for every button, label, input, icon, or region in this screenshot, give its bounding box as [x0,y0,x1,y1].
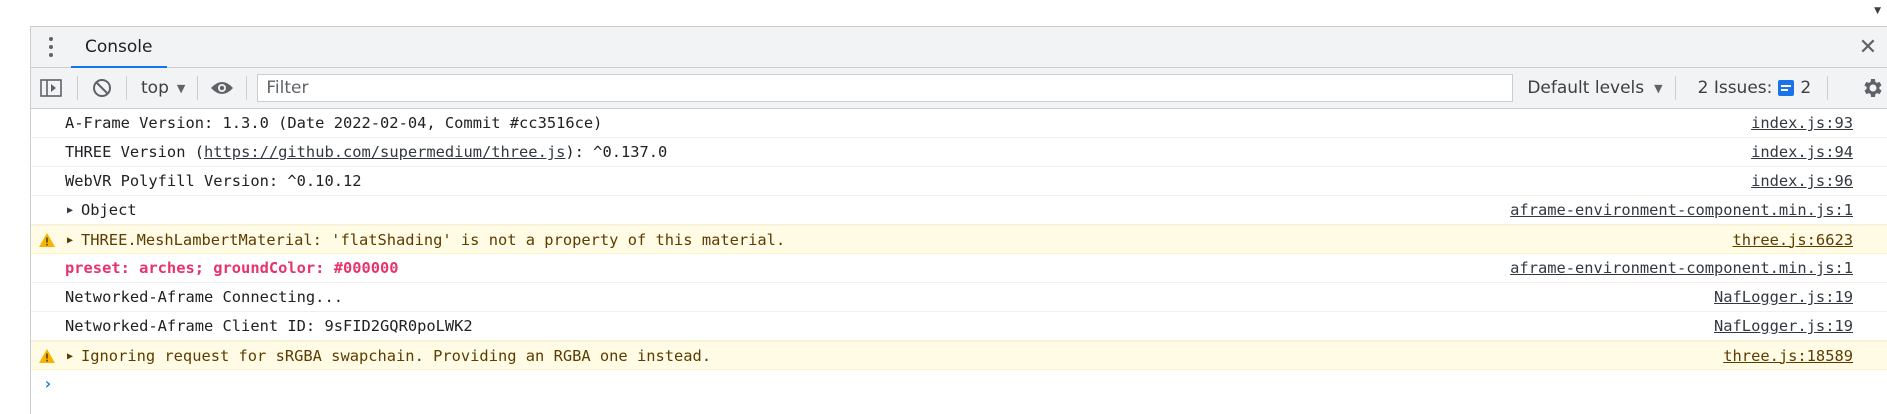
source-link[interactable]: three.js:6623 [1733,231,1853,249]
filter-input[interactable]: Filter [257,74,1514,102]
console-message: WebVR Polyfill Version: ^0.10.12 index.j… [31,167,1887,196]
prompt-chevron-icon: › [43,374,53,393]
console-messages: A-Frame Version: 1.3.0 (Date 2022-02-04,… [31,109,1887,400]
console-warning[interactable]: ▶ THREE.MeshLambertMaterial: 'flatShadin… [31,225,1887,254]
source-link[interactable]: aframe-environment-component.min.js:1 [1510,201,1853,219]
message-text: THREE Version (https://github.com/superm… [65,143,667,161]
scroll-down-arrow-icon[interactable]: ▼ [1874,6,1881,16]
console-message[interactable]: ▶ Object aframe-environment-component.mi… [31,196,1887,225]
message-text-after: ): ^0.137.0 [565,143,668,161]
expand-triangle-icon[interactable]: ▶ [67,235,73,246]
issues-label: 2 Issues: [1697,78,1773,98]
console-message: THREE Version (https://github.com/superm… [31,138,1887,167]
chevron-down-icon: ▼ [1654,81,1663,95]
message-text[interactable]: THREE.MeshLambertMaterial: 'flatShading'… [81,231,785,249]
warning-icon [39,349,55,367]
sidebar-toggle-icon[interactable] [31,68,71,108]
message-text: WebVR Polyfill Version: ^0.10.12 [65,172,362,190]
tab-console[interactable]: Console [71,27,167,68]
context-label: top [141,78,169,98]
clear-console-icon[interactable] [84,68,120,108]
drawer-tabstrip: Console ✕ [31,27,1887,68]
source-link[interactable]: index.js:93 [1751,114,1853,132]
settings-icon[interactable] [1860,76,1884,105]
message-url-link[interactable]: https://github.com/supermedium/three.js [204,143,565,161]
issues-counter-button[interactable]: 2 Issues: 2 [1688,78,1822,98]
expand-triangle-icon[interactable]: ▶ [67,351,73,362]
console-message: Networked-Aframe Client ID: 9sFID2GQR0po… [31,312,1887,341]
source-link[interactable]: index.js:94 [1751,143,1853,161]
issues-count: 2 [1800,78,1812,98]
close-icon[interactable]: ✕ [1854,33,1882,61]
console-message: Networked-Aframe Connecting... NafLogger… [31,283,1887,312]
message-text: A-Frame Version: 1.3.0 (Date 2022-02-04,… [65,114,603,132]
expand-triangle-icon[interactable]: ▶ [67,205,73,216]
message-text: preset: arches; groundColor: #000000 [65,259,399,277]
source-link[interactable]: three.js:18589 [1723,347,1853,365]
console-prompt[interactable]: › [31,370,1887,400]
live-expression-icon[interactable] [204,68,240,108]
more-vertical-icon[interactable] [31,27,71,67]
source-link[interactable]: NafLogger.js:19 [1714,288,1853,306]
source-link[interactable]: NafLogger.js:19 [1714,317,1853,335]
toolbar-divider [77,76,78,100]
context-selector[interactable]: top ▼ [133,78,191,98]
message-text[interactable]: Ignoring request for sRGBA swapchain. Pr… [81,347,711,365]
issue-message-icon [1778,80,1795,96]
message-text-before: THREE Version ( [65,143,204,161]
console-message: preset: arches; groundColor: #000000 afr… [31,254,1887,283]
toolbar-divider [126,76,127,100]
message-text: Networked-Aframe Connecting... [65,288,343,306]
toolbar-divider [197,76,199,100]
filter-placeholder: Filter [266,78,309,98]
message-text: Networked-Aframe Client ID: 9sFID2GQR0po… [65,317,473,335]
toolbar-divider [1674,76,1676,100]
log-levels-dropdown[interactable]: Default levels ▼ [1527,78,1662,98]
log-levels-label: Default levels [1527,78,1645,98]
console-message: A-Frame Version: 1.3.0 (Date 2022-02-04,… [31,109,1887,138]
chevron-down-icon: ▼ [176,81,186,95]
source-link[interactable]: index.js:96 [1751,172,1853,190]
page-area: ▼ [0,0,1887,26]
warning-icon [39,233,55,251]
toolbar-divider [246,76,248,100]
devtools-panel: Console ✕ top ▼ Filter Default levels ▼ … [30,26,1887,414]
message-text[interactable]: Object [81,201,137,219]
toolbar-divider [1827,76,1829,100]
console-toolbar: top ▼ Filter Default levels ▼ 2 Issues: … [31,68,1887,109]
source-link[interactable]: aframe-environment-component.min.js:1 [1510,259,1853,277]
console-warning[interactable]: ▶ Ignoring request for sRGBA swapchain. … [31,341,1887,370]
